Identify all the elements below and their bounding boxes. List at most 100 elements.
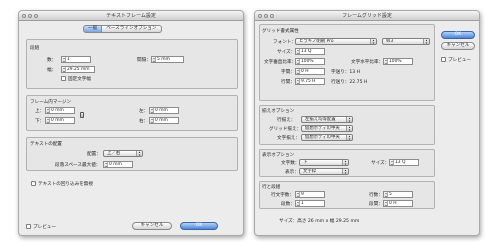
window-controls bbox=[258, 13, 274, 18]
line-count-field[interactable]: 5 bbox=[383, 191, 413, 198]
inset-right-label: 右： bbox=[139, 119, 149, 124]
display-select[interactable]: 文字枠 ▴ ▾ bbox=[299, 168, 349, 175]
vertical-scale-label: 文字垂直比率： bbox=[264, 60, 297, 65]
char-space-stepper[interactable] bbox=[296, 69, 300, 74]
frame-grid-options-dialog: フレームグリッド設定 グリッド書式属性 フォント： ヒラギノ明朝 Pro ▴ ▾ W… bbox=[254, 10, 480, 236]
paragraph-spacing-label: 段落スペース最大値： bbox=[55, 163, 101, 168]
dialog-titlebar: テキストフレーム設定 bbox=[19, 11, 243, 21]
column-count-stepper[interactable] bbox=[62, 57, 66, 62]
ignore-wrap-checkbox[interactable] bbox=[31, 181, 36, 186]
preview-checkbox[interactable] bbox=[26, 224, 31, 229]
char-align-label: 文字揃え： bbox=[277, 136, 300, 141]
chars-per-line-field[interactable]: 9 bbox=[295, 191, 325, 198]
select-arrows-icon: ▴ ▾ bbox=[346, 117, 352, 122]
column-width-field[interactable]: 29.25 mm bbox=[61, 66, 95, 73]
horizontal-scale-label: 文字水平比率： bbox=[351, 60, 384, 65]
tab-bar: 一般 ベースラインオプション bbox=[83, 25, 162, 33]
line-align-label: 行揃え： bbox=[277, 118, 296, 123]
paragraph-spacing-field[interactable]: 0 mm bbox=[103, 161, 133, 168]
fixed-width-checkbox[interactable] bbox=[61, 76, 66, 81]
grid-align-label: グリッド揃え： bbox=[269, 127, 302, 132]
vertical-scale-field[interactable]: 100% bbox=[295, 58, 325, 65]
view-options-group-label: 表示オプション bbox=[262, 153, 295, 158]
column-gutter-stepper[interactable] bbox=[152, 57, 156, 62]
size-stepper[interactable] bbox=[296, 49, 300, 54]
close-window-icon[interactable] bbox=[22, 13, 26, 18]
align-select[interactable]: 上／右 ▴ ▾ bbox=[103, 150, 143, 157]
text-frame-options-dialog: テキストフレーム設定 一般 ベースラインオプション 段組 数： 1 間隔： 5 … bbox=[18, 10, 244, 236]
column-count-field[interactable]: 1 bbox=[61, 56, 91, 63]
minimize-window-icon[interactable] bbox=[28, 13, 32, 18]
window-controls bbox=[22, 13, 38, 18]
char-align-select[interactable]: 仮想ボディの中央 ▴ ▾ bbox=[301, 134, 353, 141]
inset-right-field[interactable]: 0 mm bbox=[149, 117, 179, 124]
dialog-title: テキストフレーム設定 bbox=[106, 13, 156, 19]
ok-button[interactable]: OK bbox=[441, 31, 475, 39]
column-width-label: 幅： bbox=[47, 68, 57, 73]
select-arrows-icon: ▴ ▾ bbox=[342, 160, 348, 165]
inset-right-stepper[interactable] bbox=[150, 118, 154, 123]
view-size-field[interactable]: 13 Q bbox=[389, 159, 419, 166]
char-space-label: 字間： bbox=[281, 70, 295, 75]
inset-left-stepper[interactable] bbox=[150, 108, 154, 113]
ignore-wrap-label: テキストの回り込みを無視 bbox=[38, 182, 93, 187]
align-label: 配置： bbox=[87, 152, 101, 157]
preview-checkbox[interactable] bbox=[441, 57, 446, 62]
select-arrows-icon: ▴ ▾ bbox=[346, 126, 352, 131]
zoom-window-icon[interactable] bbox=[270, 13, 274, 18]
inset-group-label: フレーム内マージン bbox=[30, 100, 72, 105]
font-family-select[interactable]: ヒラギノ明朝 Pro ▴ ▾ bbox=[295, 38, 377, 45]
vertical-align-group-label: テキストの配置 bbox=[30, 142, 63, 147]
columns-group-label: 段組 bbox=[30, 46, 40, 51]
column-gutter-stepper[interactable] bbox=[384, 201, 388, 206]
zoom-window-icon[interactable] bbox=[34, 13, 38, 18]
alignment-group-label: 揃えオプション bbox=[262, 109, 295, 114]
font-style-select[interactable]: W3 ▴ ▾ bbox=[382, 38, 430, 45]
tab-general[interactable]: 一般 bbox=[83, 25, 103, 33]
count-label: 文字数： bbox=[281, 161, 300, 166]
select-arrows-icon: ▴ ▾ bbox=[423, 39, 429, 44]
horizontal-scale-stepper[interactable] bbox=[384, 59, 388, 64]
column-gutter-field[interactable]: 5 mm bbox=[151, 56, 184, 63]
select-arrows-icon: ▴ ▾ bbox=[342, 169, 348, 174]
size-field[interactable]: 13 Q bbox=[295, 48, 325, 55]
dialog-title: フレームグリッド設定 bbox=[342, 13, 392, 19]
line-space-field[interactable]: 9.75 H bbox=[295, 78, 325, 85]
close-window-icon[interactable] bbox=[258, 13, 262, 18]
column-count-stepper[interactable] bbox=[296, 201, 300, 206]
column-count-field[interactable]: 1 bbox=[295, 200, 325, 207]
view-size-label: サイズ： bbox=[371, 161, 390, 166]
inset-top-stepper[interactable] bbox=[46, 108, 50, 113]
grid-align-select[interactable]: 仮想ボディの中央 ▴ ▾ bbox=[301, 125, 353, 132]
cancel-button[interactable]: キャンセル bbox=[132, 222, 172, 230]
line-align-select[interactable]: 左揃え均等配置 ▴ ▾ bbox=[301, 116, 353, 123]
line-count-stepper[interactable] bbox=[384, 192, 388, 197]
font-label: フォント： bbox=[273, 40, 296, 45]
inset-bottom-stepper[interactable] bbox=[46, 118, 50, 123]
column-gutter-field[interactable]: 0 H bbox=[383, 200, 413, 207]
count-select[interactable]: 下 ▴ ▾ bbox=[299, 159, 349, 166]
display-label: 表示： bbox=[285, 170, 299, 175]
ok-button[interactable]: OK bbox=[180, 222, 218, 230]
tab-baseline-options[interactable]: ベースラインオプション bbox=[102, 25, 162, 33]
line-space-stepper[interactable] bbox=[296, 79, 300, 84]
inset-top-label: 上： bbox=[35, 109, 45, 114]
minimize-window-icon[interactable] bbox=[264, 13, 268, 18]
select-arrows-icon: ▴ ▾ bbox=[346, 135, 352, 140]
chain-link-icon[interactable] bbox=[80, 112, 84, 118]
chars-per-line-stepper[interactable] bbox=[296, 192, 300, 197]
vertical-scale-stepper[interactable] bbox=[296, 59, 300, 64]
column-count-label: 数： bbox=[47, 58, 57, 63]
horizontal-scale-field[interactable]: 100% bbox=[383, 58, 413, 65]
inset-left-field[interactable]: 0 mm bbox=[149, 107, 179, 114]
cancel-button[interactable]: キャンセル bbox=[441, 42, 475, 50]
column-width-stepper[interactable] bbox=[62, 67, 66, 72]
inset-bottom-field[interactable]: 0 mm bbox=[45, 117, 75, 124]
char-space-field[interactable]: 0 H bbox=[295, 68, 325, 75]
paragraph-spacing-stepper[interactable] bbox=[104, 162, 108, 167]
grid-attributes-group-label: グリッド書式属性 bbox=[262, 29, 299, 34]
view-size-stepper[interactable] bbox=[390, 160, 394, 165]
size-label: サイズ： bbox=[277, 50, 296, 55]
columns-group bbox=[26, 39, 238, 89]
inset-top-field[interactable]: 0 mm bbox=[45, 107, 75, 114]
